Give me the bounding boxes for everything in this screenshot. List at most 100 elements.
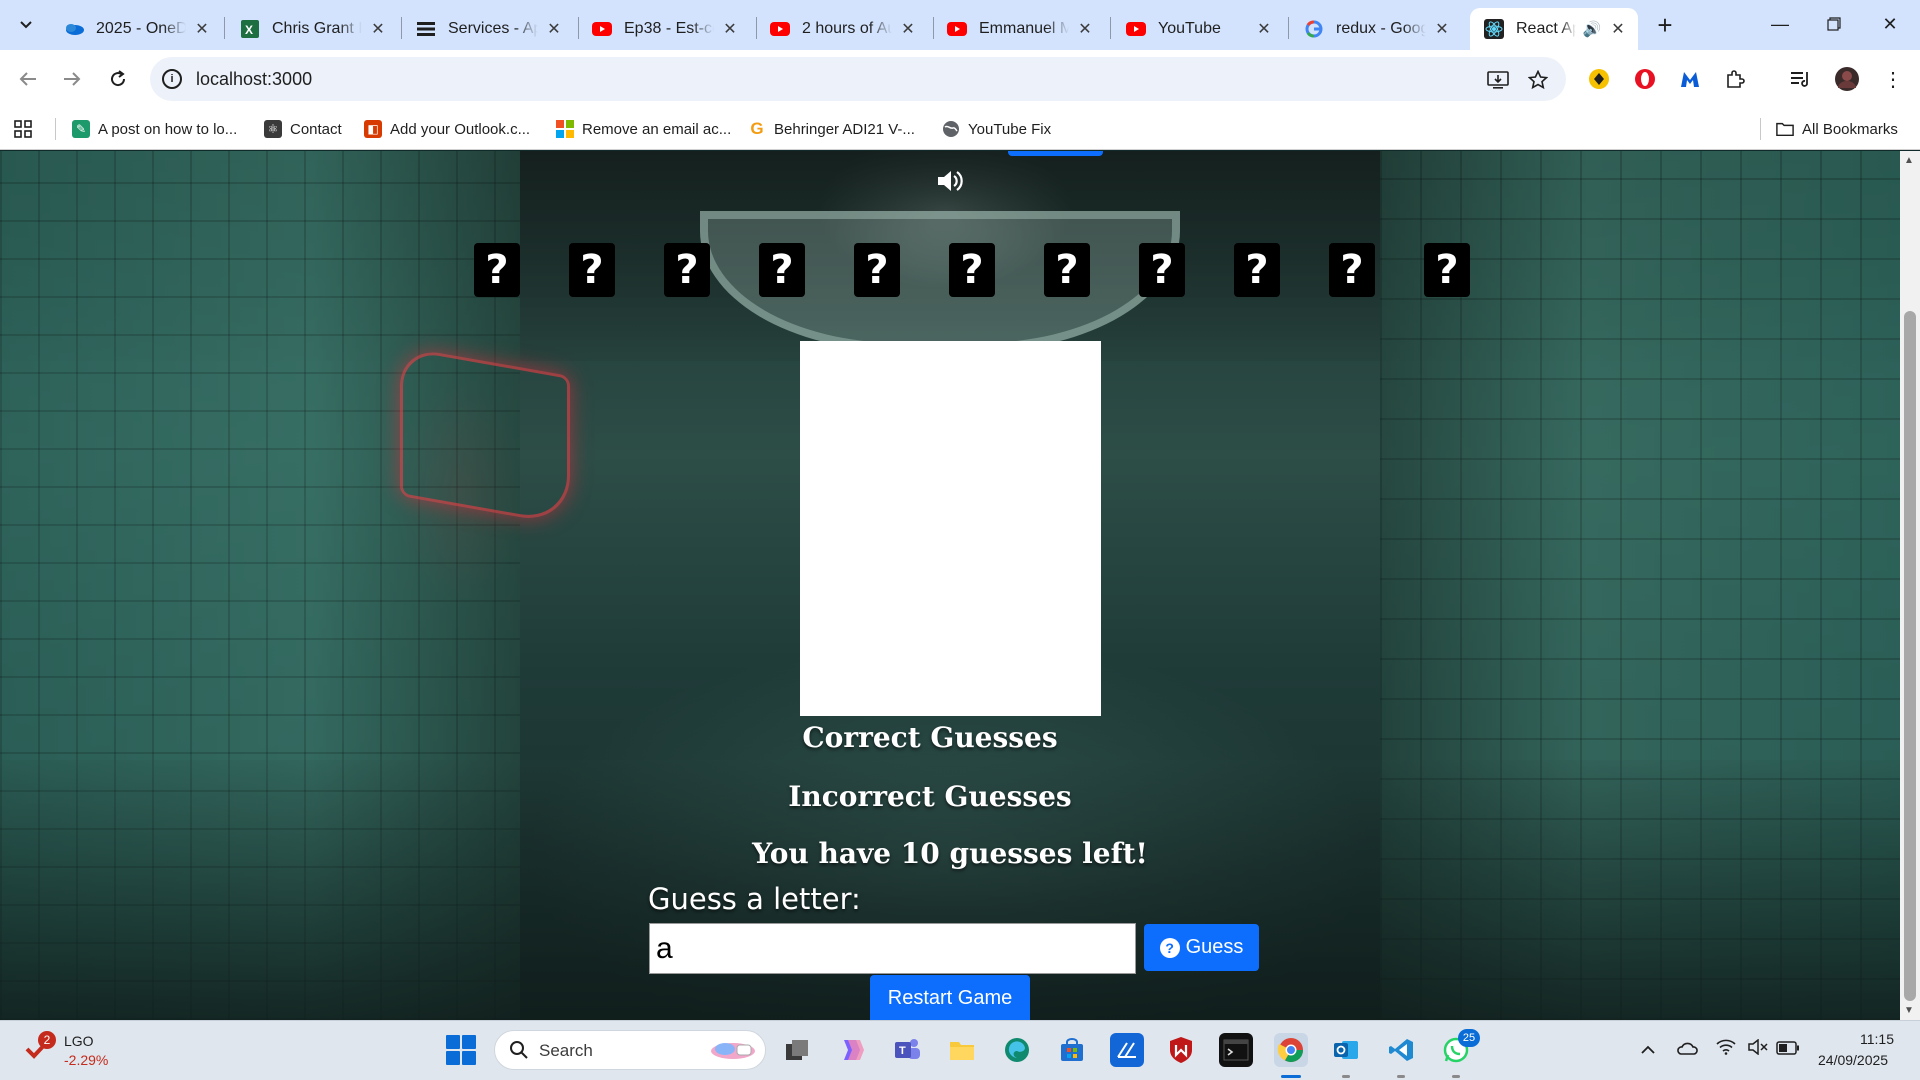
url-text[interactable]: localhost:3000 bbox=[196, 69, 312, 90]
new-tab-button[interactable]: + bbox=[1650, 10, 1680, 40]
reload-icon bbox=[111, 70, 126, 87]
close-tab-icon[interactable]: ✕ bbox=[1075, 19, 1095, 39]
search-placeholder: Search bbox=[539, 1041, 593, 1060]
restore-button[interactable] bbox=[1806, 0, 1862, 48]
extension-norton-icon[interactable] bbox=[1586, 66, 1612, 92]
vscode-icon[interactable] bbox=[1384, 1033, 1418, 1067]
close-tab-icon[interactable]: ✕ bbox=[368, 19, 388, 39]
tab-title: Emmanuel M bbox=[979, 20, 1069, 37]
tab-youtube[interactable]: YouTube ✕ bbox=[1112, 8, 1284, 50]
close-tab-icon[interactable]: ✕ bbox=[898, 19, 918, 39]
sound-toggle-icon[interactable] bbox=[935, 167, 965, 195]
scrollbar-thumb[interactable] bbox=[1904, 311, 1916, 1001]
apps-grid-icon[interactable] bbox=[14, 118, 32, 140]
close-tab-icon[interactable]: ✕ bbox=[720, 19, 740, 39]
bookmark-behringer[interactable]: G Behringer ADI21 V-... bbox=[748, 118, 915, 140]
close-tab-icon[interactable]: ✕ bbox=[1608, 19, 1628, 39]
close-window-button[interactable]: ✕ bbox=[1862, 0, 1918, 48]
outlook-icon[interactable] bbox=[1329, 1033, 1363, 1067]
tab-onedrive[interactable]: 2025 - OneDrive ✕ bbox=[50, 8, 222, 50]
extension-malwarebytes-icon[interactable] bbox=[1677, 66, 1703, 92]
clock-date[interactable]: 24/09/2025 bbox=[1818, 1052, 1888, 1068]
scroll-up-arrow-icon[interactable]: ▲ bbox=[1904, 155, 1914, 166]
install-app-icon[interactable] bbox=[1486, 68, 1510, 92]
clock-time[interactable]: 11:15 bbox=[1860, 1031, 1894, 1047]
restart-game-button[interactable]: Restart Game bbox=[870, 975, 1030, 1020]
letter-slot: ? bbox=[854, 243, 900, 297]
youtube-icon bbox=[1126, 19, 1146, 39]
svg-text:T: T bbox=[899, 1045, 906, 1057]
back-button[interactable] bbox=[12, 63, 44, 95]
tab-emmanuel[interactable]: Emmanuel M ✕ bbox=[933, 8, 1105, 50]
guess-letter-input[interactable] bbox=[649, 923, 1136, 974]
forward-button[interactable] bbox=[56, 63, 88, 95]
bookmark-label: Contact bbox=[290, 120, 342, 138]
terminal-icon[interactable] bbox=[1219, 1033, 1253, 1067]
tab-2-hours[interactable]: 2 hours of Au ✕ bbox=[756, 8, 928, 50]
volume-muted-icon[interactable] bbox=[1748, 1038, 1768, 1060]
bookmark-post-how-to[interactable]: ✎ A post on how to lo... bbox=[72, 118, 237, 140]
microsoft-store-icon[interactable] bbox=[1055, 1033, 1089, 1067]
tab-redux-google[interactable]: redux - Goog ✕ bbox=[1290, 8, 1462, 50]
stock-widget[interactable]: 2 LGO -2.29% bbox=[24, 1031, 144, 1071]
tab-react-app[interactable]: React App 🔊 ✕ bbox=[1470, 8, 1638, 50]
youtube-icon bbox=[770, 19, 790, 39]
tab-ep38[interactable]: Ep38 - Est-ce ✕ bbox=[578, 8, 750, 50]
letter-slot: ? bbox=[474, 243, 520, 297]
tab-chris-grant[interactable]: X Chris Grant In ✕ bbox=[226, 8, 398, 50]
notepad-editor-icon[interactable] bbox=[1110, 1033, 1144, 1067]
page-scrollbar[interactable]: ▲ ▼ bbox=[1900, 151, 1920, 1020]
taskbar-search-box[interactable]: Search bbox=[494, 1030, 766, 1070]
bookmark-star-icon[interactable] bbox=[1526, 68, 1550, 92]
tab-title: 2025 - OneDrive bbox=[96, 20, 186, 37]
close-tab-icon[interactable]: ✕ bbox=[1432, 19, 1452, 39]
bookmark-label: Add your Outlook.c... bbox=[390, 120, 531, 138]
media-control-icon[interactable] bbox=[1788, 66, 1814, 92]
edge-browser-icon[interactable] bbox=[1000, 1033, 1034, 1067]
bookmark-contact[interactable]: ⚛ Contact bbox=[264, 118, 342, 140]
profile-avatar[interactable] bbox=[1834, 66, 1860, 92]
task-view-icon[interactable] bbox=[780, 1033, 814, 1067]
wifi-icon[interactable] bbox=[1716, 1039, 1736, 1060]
chrome-icon[interactable] bbox=[1274, 1033, 1308, 1067]
svg-text:X: X bbox=[245, 23, 253, 37]
windows-taskbar: 2 LGO -2.29% Search T 25 11:15 24/09/202… bbox=[0, 1020, 1920, 1080]
bookmark-label: YouTube Fix bbox=[968, 120, 1052, 138]
minimize-button[interactable]: — bbox=[1752, 0, 1808, 48]
onedrive-cloud-icon[interactable] bbox=[1676, 1039, 1698, 1060]
scroll-down-arrow-icon[interactable]: ▼ bbox=[1904, 1005, 1914, 1016]
browser-menu-icon[interactable]: ⋮ bbox=[1880, 66, 1906, 92]
tab-search-button[interactable] bbox=[10, 9, 42, 41]
all-bookmarks-button[interactable]: All Bookmarks bbox=[1776, 118, 1898, 140]
close-tab-icon[interactable]: ✕ bbox=[544, 19, 564, 39]
tab-services[interactable]: Services - Ap ✕ bbox=[402, 8, 574, 50]
windows-start-icon[interactable] bbox=[446, 1035, 476, 1065]
address-bar[interactable]: i localhost:3000 bbox=[150, 57, 1566, 101]
letter-slot: ? bbox=[949, 243, 995, 297]
extension-opera-icon[interactable] bbox=[1632, 66, 1658, 92]
extensions-puzzle-icon[interactable] bbox=[1722, 66, 1748, 92]
onedrive-icon bbox=[64, 19, 84, 39]
teams-icon[interactable]: T bbox=[890, 1033, 924, 1067]
tab-audio-icon[interactable]: 🔊 bbox=[1582, 19, 1602, 39]
battery-icon[interactable] bbox=[1776, 1039, 1800, 1060]
close-tab-icon[interactable]: ✕ bbox=[1254, 19, 1274, 39]
folder-icon bbox=[1776, 120, 1794, 138]
bookmark-icon: ✎ bbox=[72, 120, 90, 138]
file-explorer-icon[interactable] bbox=[945, 1033, 979, 1067]
top-button-edge[interactable] bbox=[1008, 151, 1103, 156]
youtube-icon bbox=[592, 19, 612, 39]
guess-button[interactable]: ? Guess bbox=[1144, 924, 1259, 971]
bookmark-youtube-fix[interactable]: YouTube Fix bbox=[942, 118, 1051, 140]
search-highlight-icon bbox=[703, 1037, 759, 1065]
site-info-icon[interactable]: i bbox=[162, 69, 182, 89]
tray-chevron-up-icon[interactable] bbox=[1640, 1039, 1656, 1060]
bookmark-remove-email[interactable]: Remove an email ac... bbox=[556, 118, 731, 140]
mcafee-icon[interactable] bbox=[1164, 1033, 1198, 1067]
reload-button[interactable] bbox=[102, 63, 134, 95]
bookmark-add-outlook[interactable]: ◧ Add your Outlook.c... bbox=[364, 118, 530, 140]
react-icon: ⚛ bbox=[264, 120, 282, 138]
vscode-running-indicator bbox=[1397, 1075, 1405, 1078]
copilot-icon[interactable] bbox=[835, 1033, 869, 1067]
close-tab-icon[interactable]: ✕ bbox=[192, 19, 212, 39]
